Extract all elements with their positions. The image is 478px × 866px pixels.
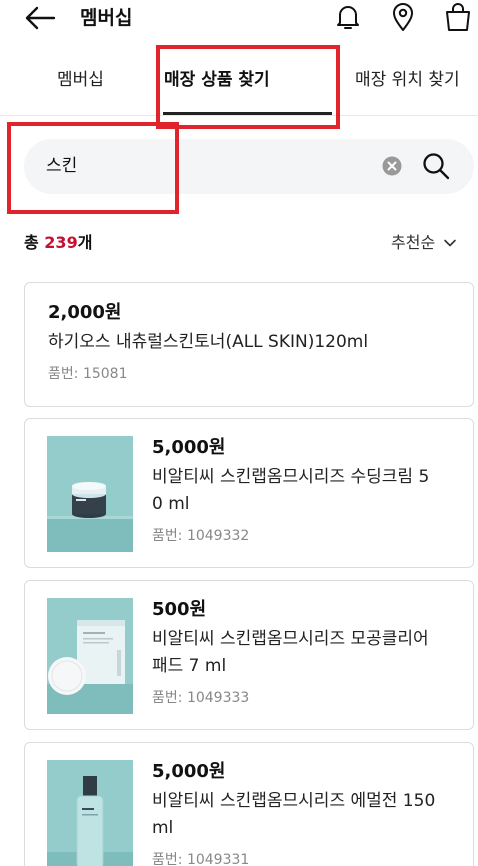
product-price: 5,000원: [152, 761, 226, 782]
product-code: 품번: 1049333: [152, 688, 462, 708]
product-name: 비알티씨 스킨랩옴므시리즈 에멀전 150 ml: [152, 788, 462, 842]
bell-icon[interactable]: [333, 2, 363, 32]
tab-membership[interactable]: 멤버십: [57, 68, 104, 92]
product-name-line1: 비알티씨 스킨랩옴므시리즈 수딩크림 5: [152, 467, 430, 487]
product-name-line2: 패드 7 ml: [152, 656, 227, 676]
back-arrow-icon[interactable]: [24, 5, 56, 31]
shopping-bag-icon[interactable]: [443, 2, 473, 32]
product-price: 5,000원: [152, 437, 226, 458]
chevron-down-icon: [444, 239, 456, 247]
top-bar: 멤버십: [0, 0, 478, 40]
product-card[interactable]: 500원 비알티씨 스킨랩옴므시리즈 모공클리어패드 7 ml 품번: 1049…: [24, 580, 474, 730]
search-input[interactable]: 스킨: [24, 139, 474, 194]
search-icon[interactable]: [421, 151, 451, 181]
product-code-label: 품번:: [152, 852, 187, 866]
sort-dropdown[interactable]: 추천순: [391, 232, 457, 254]
tab-store-location-search[interactable]: 매장 위치 찾기: [355, 68, 460, 92]
product-image[interactable]: [47, 760, 133, 866]
emulsion-bottle-image: [47, 760, 133, 866]
product-name: 하기오스 내츄럴스킨토너(ALL SKIN)120ml: [48, 332, 369, 352]
product-code: 품번: 15081: [48, 364, 458, 384]
product-card[interactable]: 5,000원 비알티씨 스킨랩옴므시리즈 에멀전 150 ml 품번: 10493…: [24, 742, 474, 866]
product-name-line2: 0 ml: [152, 494, 190, 514]
product-code-label: 품번:: [48, 366, 83, 382]
location-pin-icon[interactable]: [388, 2, 418, 32]
page-title: 멤버십: [80, 7, 133, 29]
sort-label: 추천순: [391, 233, 436, 252]
result-count: 총 239개: [24, 232, 92, 254]
product-code-value: 15081: [82, 366, 128, 382]
product-name-line1: 비알티씨 스킨랩옴므시리즈 에멀전 150: [152, 791, 436, 811]
result-count-prefix: 총: [24, 233, 45, 252]
product-image[interactable]: [47, 436, 133, 552]
product-code-label: 품번:: [152, 528, 187, 544]
product-price: 2,000원: [48, 302, 122, 323]
pad-pack-image: [47, 598, 133, 714]
active-tab-indicator: [163, 112, 332, 115]
product-card[interactable]: 2,000원 하기오스 내츄럴스킨토너(ALL SKIN)120ml 품번: 1…: [24, 282, 474, 407]
product-code: 품번: 1049332: [152, 526, 462, 546]
product-image[interactable]: [47, 598, 133, 714]
search-query[interactable]: 스킨: [46, 154, 77, 178]
product-code-value: 1049332: [186, 528, 250, 544]
product-code-label: 품번:: [152, 690, 187, 706]
result-count-number: 239: [44, 233, 78, 252]
result-count-suffix: 개: [77, 233, 93, 252]
cream-jar-image: [47, 436, 133, 552]
product-name-line2: ml: [152, 818, 174, 838]
clear-icon[interactable]: [382, 156, 402, 176]
product-name-line1: 비알티씨 스킨랩옴므시리즈 모공클리어: [152, 629, 429, 649]
tab-store-product-search[interactable]: 매장 상품 찾기: [164, 68, 270, 92]
product-code: 품번: 1049331: [152, 850, 462, 866]
product-name: 비알티씨 스킨랩옴므시리즈 수딩크림 5 0 ml: [152, 464, 462, 518]
product-code-value: 1049333: [186, 690, 250, 706]
product-card[interactable]: 5,000원 비알티씨 스킨랩옴므시리즈 수딩크림 5 0 ml 품번: 1049…: [24, 418, 474, 568]
product-code-value: 1049331: [186, 852, 250, 866]
product-price: 500원: [152, 599, 207, 620]
product-name: 비알티씨 스킨랩옴므시리즈 모공클리어패드 7 ml: [152, 626, 462, 680]
tab-bar: 멤버십 매장 상품 찾기 매장 위치 찾기: [0, 56, 478, 116]
